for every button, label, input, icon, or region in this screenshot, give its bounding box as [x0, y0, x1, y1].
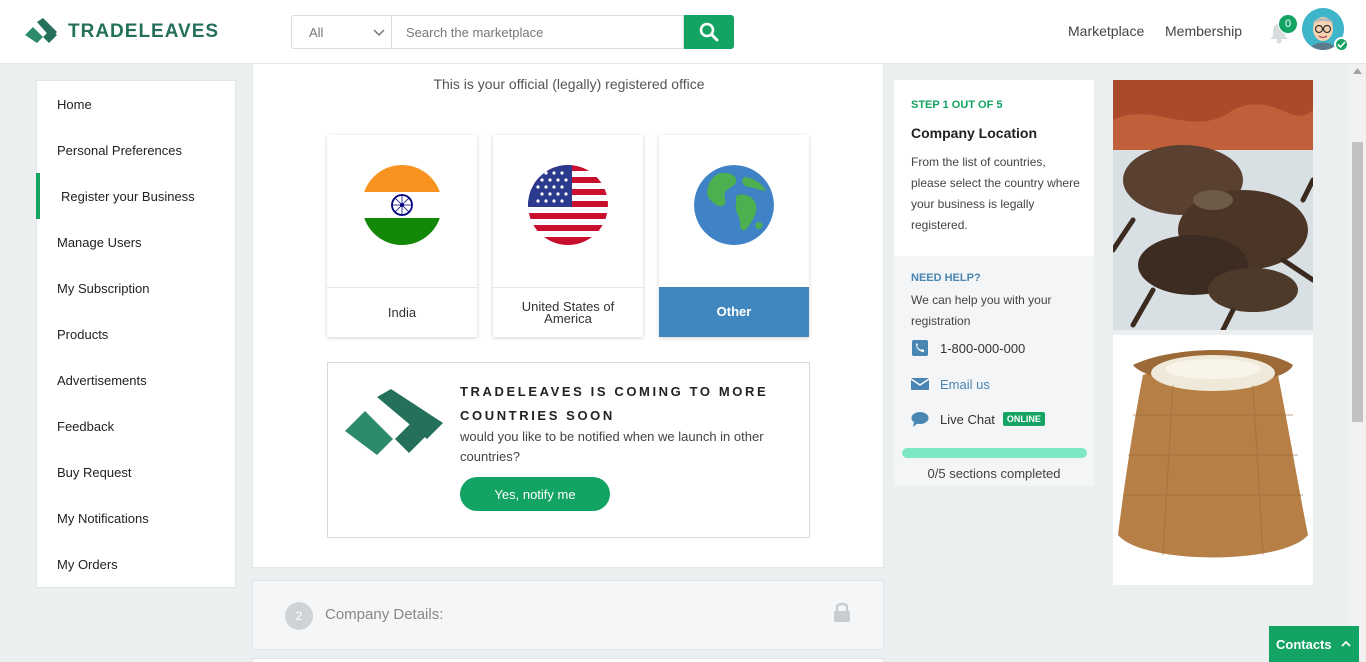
contacts-label: Contacts [1276, 636, 1332, 652]
rice-sack-image [1113, 335, 1313, 585]
step-number: 2 [285, 602, 313, 630]
lock-icon [834, 602, 850, 622]
email-link: Email us [940, 376, 990, 392]
chevron-up-icon [1341, 640, 1351, 647]
top-header: TRADELEAVES All Marketplace Membership 0 [0, 0, 1366, 64]
sidebar-item-manage-users[interactable]: Manage Users [57, 235, 142, 250]
sidebar-menu: Home Personal Preferences Register your … [36, 80, 236, 588]
country-label-india: India [327, 287, 477, 337]
live-chat-contact[interactable]: Live Chat ONLINE [911, 411, 1045, 427]
sidebar-item-home[interactable]: Home [57, 97, 92, 112]
search-bar: All [291, 15, 734, 49]
country-option-usa[interactable]: United States of America [493, 135, 643, 337]
search-category-select[interactable]: All [291, 15, 391, 49]
next-section-edge [252, 658, 884, 662]
nav-marketplace[interactable]: Marketplace [1068, 23, 1144, 39]
online-status-badge: ONLINE [1002, 412, 1045, 426]
sidebar-item-my-subscription[interactable]: My Subscription [57, 281, 149, 296]
india-flag-icon [362, 165, 442, 245]
live-chat-label: Live Chat [940, 411, 995, 427]
step-description: From the list of countries, please selec… [911, 155, 1080, 232]
notification-count-badge: 0 [1278, 14, 1298, 34]
phone-contact[interactable]: 1-800-000-000 [911, 340, 1025, 356]
country-option-india[interactable]: India [327, 135, 477, 337]
phone-number: 1-800-000-000 [940, 340, 1026, 356]
page-scrollbar[interactable] [1349, 64, 1366, 662]
registration-progress-bar [902, 448, 1087, 458]
envelope-icon [911, 378, 929, 390]
phone-icon [912, 340, 928, 356]
search-category-value: All [309, 24, 324, 40]
email-contact[interactable]: Email us [911, 376, 990, 392]
sidebar-item-products[interactable]: Products [57, 327, 108, 342]
sidebar-item-my-notifications[interactable]: My Notifications [57, 511, 149, 526]
sidebar-item-personal-preferences[interactable]: Personal Preferences [57, 143, 182, 158]
chat-bubble-icon [911, 412, 929, 427]
section-subtitle: This is your official (legally) register… [433, 76, 705, 92]
contacts-button[interactable]: Contacts [1269, 626, 1359, 662]
notify-me-button[interactable]: Yes, notify me [460, 477, 610, 511]
coming-soon-notice: TRADELEAVES IS COMING TO MORE COUNTRIES … [327, 362, 810, 538]
online-check-icon [1334, 37, 1349, 52]
help-label: NEED HELP? [911, 272, 981, 284]
brand-name: TRADELEAVES [68, 21, 220, 42]
sidebar-item-my-orders[interactable]: My Orders [57, 557, 118, 572]
nav-membership[interactable]: Membership [1165, 23, 1242, 39]
seafood-ad-image[interactable] [1113, 80, 1313, 330]
country-label-other: Other [659, 287, 809, 337]
company-details-section[interactable]: 2 Company Details: [252, 580, 884, 650]
scrollbar-thumb[interactable] [1352, 142, 1363, 422]
crab-image [1113, 80, 1313, 330]
section-title: Company Details: [325, 606, 444, 623]
sidebar-item-advertisements[interactable]: Advertisements [57, 373, 147, 388]
sidebar-item-buy-request[interactable]: Buy Request [57, 465, 131, 480]
tradeleaves-logo-icon [25, 18, 57, 43]
progress-text: 0/5 sections completed [927, 466, 1061, 481]
search-icon [699, 22, 719, 42]
country-option-other[interactable]: Other [659, 135, 809, 337]
tradeleaves-logo[interactable]: TRADELEAVES [24, 18, 219, 46]
company-location-card: This is your official (legally) register… [252, 64, 884, 568]
step-info-panel: STEP 1 OUT OF 5 Company Location From th… [894, 80, 1094, 256]
help-panel: NEED HELP? We can help you with your reg… [894, 256, 1094, 486]
active-indicator [36, 173, 40, 219]
sidebar-item-feedback[interactable]: Feedback [57, 419, 114, 434]
tradeleaves-logo-icon [345, 389, 443, 455]
step-label: STEP 1 OUT OF 5 [911, 99, 1003, 111]
globe-icon [694, 165, 774, 245]
sidebar-item-register-business[interactable]: Register your Business [61, 189, 195, 204]
search-button[interactable] [684, 15, 734, 49]
help-text: We can help you with your registration [911, 293, 1052, 328]
chevron-down-icon [373, 29, 385, 37]
search-input[interactable] [391, 15, 684, 49]
notice-text: would you like to be notified when we la… [460, 429, 764, 464]
country-label-usa: United States of America [493, 287, 643, 337]
usa-flag-icon [528, 165, 608, 245]
scroll-up-arrow-icon[interactable] [1353, 68, 1362, 74]
notice-title: TRADELEAVES IS COMING TO MORE COUNTRIES … [460, 384, 769, 423]
step-title: Company Location [911, 125, 1038, 141]
rice-sack-ad-image[interactable] [1113, 335, 1313, 585]
